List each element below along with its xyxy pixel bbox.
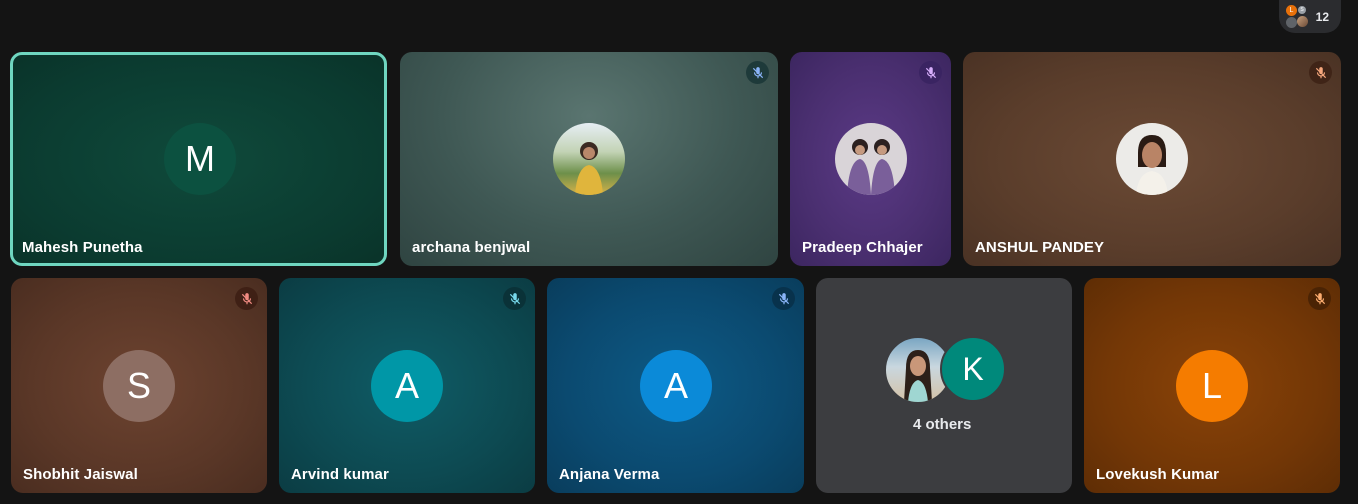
mic-off-icon: [1308, 287, 1331, 310]
participant-tile-lovekush[interactable]: L Lovekush Kumar: [1084, 278, 1340, 493]
avatar: L: [1176, 350, 1248, 422]
avatar: S: [103, 350, 175, 422]
participant-name: Mahesh Punetha: [22, 239, 143, 256]
mini-avatar: [1297, 16, 1308, 27]
avatar: M: [164, 123, 236, 195]
participant-tile-arvind[interactable]: A Arvind kumar: [279, 278, 535, 493]
participant-tile-mahesh[interactable]: M Mahesh Punetha: [10, 52, 387, 266]
participant-name: Shobhit Jaiswal: [23, 466, 138, 483]
mini-avatar: [1286, 17, 1297, 28]
participant-tile-anshul[interactable]: ANSHUL PANDEY: [963, 52, 1341, 266]
mic-off-icon: [503, 287, 526, 310]
avatar: [835, 123, 907, 195]
avatar: [1116, 123, 1188, 195]
participant-name: archana benjwal: [412, 239, 531, 256]
participant-tile-pradeep[interactable]: Pradeep Chhajer: [790, 52, 951, 266]
participant-name: Pradeep Chhajer: [802, 239, 923, 256]
participant-mini-avatars: L S: [1285, 4, 1311, 28]
mic-off-icon: [772, 287, 795, 310]
mic-off-icon: [235, 287, 258, 310]
avatar: K: [940, 336, 1006, 402]
participant-tile-shobhit[interactable]: S Shobhit Jaiswal: [11, 278, 267, 493]
participant-tile-anjana[interactable]: A Anjana Verma: [547, 278, 804, 493]
mini-avatar: L: [1286, 5, 1297, 16]
participant-name: Arvind kumar: [291, 466, 389, 483]
participant-name: Lovekush Kumar: [1096, 466, 1220, 483]
participant-tile-archana[interactable]: archana benjwal: [400, 52, 778, 266]
mic-off-icon: [1309, 61, 1332, 84]
mic-off-icon: [746, 61, 769, 84]
participant-name: ANSHUL PANDEY: [975, 239, 1105, 256]
participant-count: 12: [1315, 9, 1329, 24]
avatar: [553, 123, 625, 195]
participants-button[interactable]: L S 12: [1279, 0, 1341, 33]
avatar: A: [371, 350, 443, 422]
others-count-label: 4 others: [913, 416, 972, 433]
mini-avatar: S: [1298, 6, 1306, 14]
participant-name: Anjana Verma: [559, 466, 660, 483]
avatar: A: [640, 350, 712, 422]
mic-off-icon: [919, 61, 942, 84]
others-tile[interactable]: K 4 others: [816, 278, 1072, 493]
